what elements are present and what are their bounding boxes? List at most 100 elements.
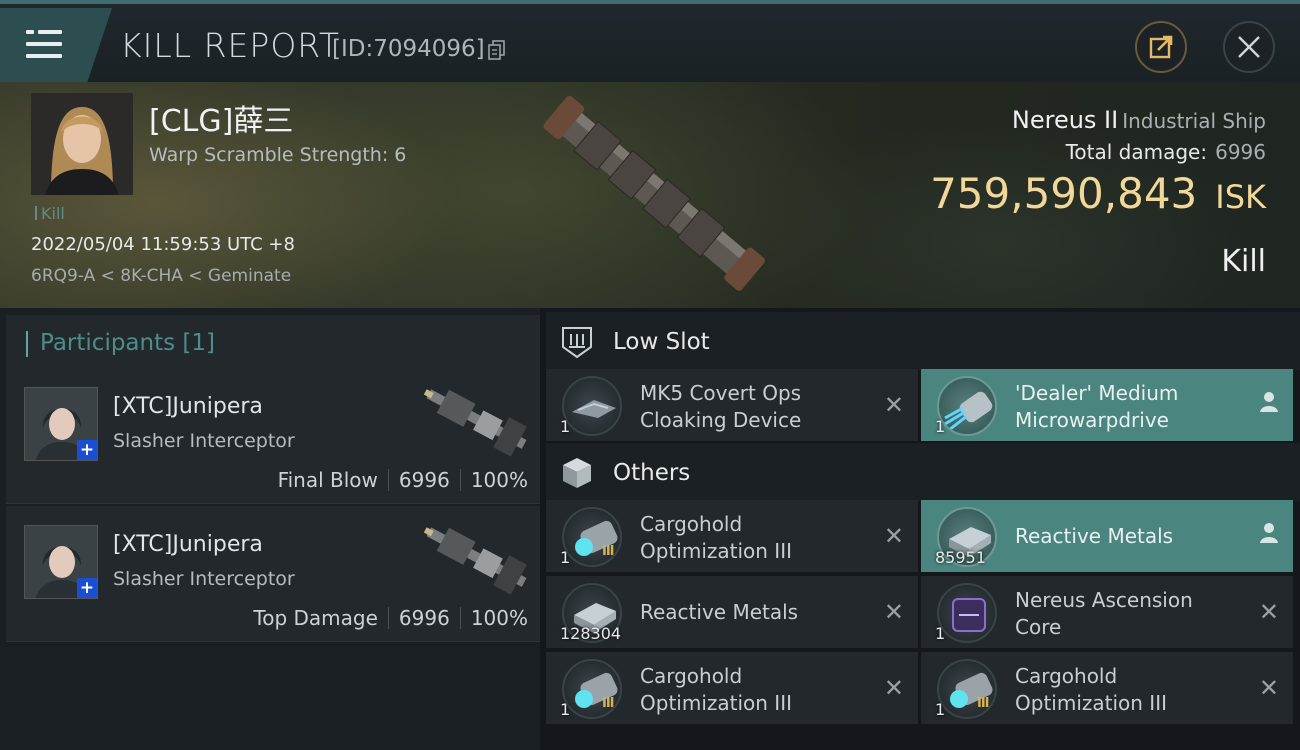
copy-icon[interactable] <box>488 40 506 60</box>
isk-value-row: 759,590,843 ISK <box>930 169 1266 218</box>
add-contact-icon[interactable]: + <box>77 578 97 598</box>
item-name-line: Cargohold <box>1015 664 1118 688</box>
destroyed-icon: ✕ <box>1258 674 1279 702</box>
participant-name[interactable]: [XTC]Junipera <box>113 532 263 557</box>
low-slot-header: Low Slot <box>546 312 1300 370</box>
close-icon <box>1238 36 1260 58</box>
total-damage: Total damage: 6996 <box>1066 140 1266 164</box>
item-row[interactable]: III 1 Cargohold Optimization III ✕ <box>546 652 918 724</box>
item-row[interactable]: 85951 Reactive Metals <box>921 500 1293 572</box>
kill-location[interactable]: 6RQ9-A < 8K-CHA < Geminate <box>31 266 291 286</box>
item-name-line: Microwarpdrive <box>1015 408 1169 432</box>
victim-ship-image[interactable] <box>525 87 785 302</box>
participant-stats: Final Blow 6996 100% <box>278 468 528 492</box>
participants-panel: Participants [1] + [XTC]Junipera Slasher… <box>0 308 540 750</box>
item-quantity: 1 <box>560 548 571 567</box>
cloaking-device-icon <box>562 376 622 436</box>
participant-card[interactable]: + [XTC]Junipera Slasher Interceptor Top … <box>6 506 540 642</box>
ship-name[interactable]: Nereus II <box>1012 106 1118 134</box>
item-name-line: Cargohold <box>640 664 743 688</box>
item-row[interactable]: III 1 Cargohold Optimization III ✕ <box>921 652 1293 724</box>
kill-datetime: 2022/05/04 11:59:53 UTC +8 <box>31 234 295 255</box>
close-button[interactable] <box>1223 21 1275 73</box>
item-name: MK5 Covert Ops Cloaking Device <box>640 380 870 434</box>
tech-level-icon: III <box>977 696 989 711</box>
warp-scramble-strength: Warp Scramble Strength: 6 <box>149 144 407 166</box>
low-slot-title: Low Slot <box>613 329 710 355</box>
low-slot-icon <box>562 327 592 359</box>
menu-icon <box>26 30 62 58</box>
item-name: Reactive Metals <box>1015 523 1245 550</box>
item-quantity: 85951 <box>935 548 986 567</box>
dropped-user-icon <box>1260 523 1278 543</box>
participant-card[interactable]: + [XTC]Junipera Slasher Interceptor Fina… <box>6 368 540 504</box>
item-name: Cargohold Optimization III <box>640 663 870 717</box>
item-quantity: 1 <box>935 700 946 719</box>
destroyed-icon: ✕ <box>883 522 904 550</box>
item-name-line: MK5 Covert Ops <box>640 381 802 405</box>
destroyed-icon: ✕ <box>1258 598 1279 626</box>
participant-role: Top Damage <box>253 606 378 630</box>
participant-name[interactable]: [XTC]Junipera <box>113 394 263 419</box>
item-name-line: Core <box>1015 615 1062 639</box>
item-quantity: 1 <box>935 624 946 643</box>
item-quantity: 1 <box>560 417 571 436</box>
cube-icon <box>563 458 591 488</box>
participant-percent: 100% <box>470 606 528 630</box>
divider <box>459 469 461 491</box>
participant-ship-image[interactable] <box>418 518 534 598</box>
participants-header: Participants [1] <box>6 315 540 371</box>
pilot-portrait-image <box>31 93 133 195</box>
total-damage-label: Total damage: <box>1065 140 1208 164</box>
tech-level-icon: III <box>602 544 614 559</box>
item-name: 'Dealer' Medium Microwarpdrive <box>1015 380 1245 434</box>
isk-unit: ISK <box>1215 178 1266 216</box>
divider <box>459 607 461 629</box>
victim-ship-name: Nereus II Industrial Ship <box>1012 106 1266 134</box>
destroyed-icon: ✕ <box>883 674 904 702</box>
item-name-line: Optimization III <box>640 691 792 715</box>
divider <box>387 469 389 491</box>
participants-title: Participants [1] <box>40 330 215 356</box>
participant-ship-image[interactable] <box>418 380 534 460</box>
share-icon <box>1149 35 1173 59</box>
microwarpdrive-icon <box>937 376 997 436</box>
participant-ship: Slasher Interceptor <box>113 568 295 590</box>
kill-tag: Kill <box>35 204 65 223</box>
menu-button[interactable] <box>0 8 112 82</box>
participant-damage: 6996 <box>398 468 450 492</box>
item-row[interactable]: III 1 Cargohold Optimization III ✕ <box>546 500 918 572</box>
participant-percent: 100% <box>470 468 528 492</box>
item-name-line: Optimization III <box>1015 691 1167 715</box>
participant-damage: 6996 <box>398 606 450 630</box>
item-quantity: 1 <box>935 417 946 436</box>
item-name: Nereus Ascension Core <box>1015 587 1245 641</box>
isk-value: 759,590,843 <box>930 169 1198 218</box>
fitting-panel: Low Slot 1 MK5 Covert Ops Cloaking Devic… <box>540 308 1300 750</box>
participant-stats: Top Damage 6996 100% <box>253 606 528 630</box>
item-row[interactable]: 128304 Reactive Metals ✕ <box>546 576 918 648</box>
kill-result: Kill <box>1221 244 1266 279</box>
item-row[interactable]: 1 Nereus Ascension Core ✕ <box>921 576 1293 648</box>
header-accent-bar <box>26 331 28 357</box>
participant-ship: Slasher Interceptor <box>113 430 295 452</box>
item-name: Cargohold Optimization III <box>640 511 870 565</box>
item-name-line: Optimization III <box>640 539 792 563</box>
ascension-core-icon <box>937 583 997 643</box>
item-quantity: 1 <box>560 700 571 719</box>
top-bar: KILL REPORT [ID:7094096] <box>0 0 1300 82</box>
ship-class: Industrial Ship <box>1122 109 1266 133</box>
participant-portrait[interactable]: + <box>24 387 98 461</box>
add-contact-icon[interactable]: + <box>77 440 97 460</box>
item-name-line: Nereus Ascension <box>1015 588 1193 612</box>
victim-name[interactable]: [CLG]薛三 <box>149 96 293 140</box>
page-title: KILL REPORT <box>120 26 340 65</box>
victim-portrait[interactable] <box>31 93 133 195</box>
item-name: Cargohold Optimization III <box>1015 663 1245 717</box>
item-row[interactable]: 1 'Dealer' Medium Microwarpdrive <box>921 369 1293 441</box>
share-button[interactable] <box>1135 21 1187 73</box>
participant-portrait[interactable]: + <box>24 525 98 599</box>
item-name-line: Reactive Metals <box>640 600 799 624</box>
item-row[interactable]: 1 MK5 Covert Ops Cloaking Device ✕ <box>546 369 918 441</box>
item-name-line: Cloaking Device <box>640 408 802 432</box>
